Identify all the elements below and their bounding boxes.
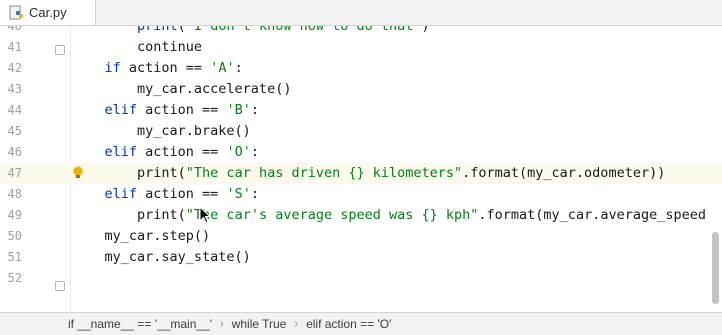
scrollbar-thumb[interactable]	[712, 232, 719, 304]
line-number: 47	[7, 166, 22, 180]
editor-tab-bar: Car.py	[0, 0, 722, 26]
line-number: 51	[7, 250, 22, 264]
fold-marker-icon[interactable]	[55, 45, 65, 55]
code-text[interactable]: elif action == 'B':	[72, 100, 259, 121]
code-text[interactable]: my_car.brake()	[72, 121, 251, 142]
code-line[interactable]: 50 my_car.step()	[0, 226, 722, 247]
code-line[interactable]: 47 print("The car has driven {} kilomete…	[0, 163, 722, 184]
line-number: 44	[7, 103, 22, 117]
code-line[interactable]: 46 elif action == 'O':	[0, 142, 722, 163]
code-line[interactable]: 41 continue	[0, 37, 722, 58]
line-number: 48	[7, 187, 22, 201]
code-text[interactable]: print("The car has driven {} kilometers"…	[72, 163, 665, 184]
line-number: 49	[7, 208, 22, 222]
tab-car-py[interactable]: Car.py	[0, 0, 96, 25]
code-text[interactable]: print("The car's average speed was {} kp…	[72, 205, 706, 226]
fold-marker-icon[interactable]	[55, 281, 65, 291]
code-line[interactable]: 52	[0, 268, 722, 289]
breadcrumb-item[interactable]: if __name__ == '__main__'	[64, 317, 216, 331]
code-line[interactable]: 45 my_car.brake()	[0, 121, 722, 142]
line-number: 50	[7, 229, 22, 243]
tab-label: Car.py	[29, 5, 67, 20]
chevron-right-icon: ›	[294, 318, 299, 330]
line-number: 41	[7, 40, 22, 54]
code-text[interactable]: my_car.accelerate()	[72, 79, 291, 100]
code-line[interactable]: 43 my_car.accelerate()	[0, 79, 722, 100]
line-number: 42	[7, 61, 22, 75]
code-text[interactable]: elif action == 'S':	[72, 184, 259, 205]
code-line[interactable]: 42 if action == 'A':	[0, 58, 722, 79]
lightbulb-icon[interactable]	[72, 165, 84, 179]
breadcrumb: if __name__ == '__main__' › while True ›…	[0, 312, 722, 335]
mouse-cursor-icon	[199, 205, 212, 224]
line-number: 45	[7, 124, 22, 138]
line-number: 46	[7, 145, 22, 159]
code-line[interactable]: 49 print("The car's average speed was {}…	[0, 205, 722, 226]
code-text[interactable]: continue	[72, 37, 202, 58]
code-line[interactable]: 44 elif action == 'B':	[0, 100, 722, 121]
line-number: 43	[7, 82, 22, 96]
code-line[interactable]: 48 elif action == 'S':	[0, 184, 722, 205]
line-number: 52	[7, 271, 22, 285]
breadcrumb-item[interactable]: while True	[228, 317, 291, 331]
code-text[interactable]: my_car.say_state()	[72, 247, 251, 268]
code-line[interactable]: 51 my_car.say_state()	[0, 247, 722, 268]
code-text[interactable]: elif action == 'O':	[72, 142, 259, 163]
code-text[interactable]: if action == 'A':	[72, 58, 243, 79]
code-text[interactable]: my_car.step()	[72, 226, 211, 247]
python-file-icon	[9, 5, 25, 21]
breadcrumb-item[interactable]: elif action == 'O'	[302, 317, 395, 331]
chevron-right-icon: ›	[220, 318, 224, 330]
